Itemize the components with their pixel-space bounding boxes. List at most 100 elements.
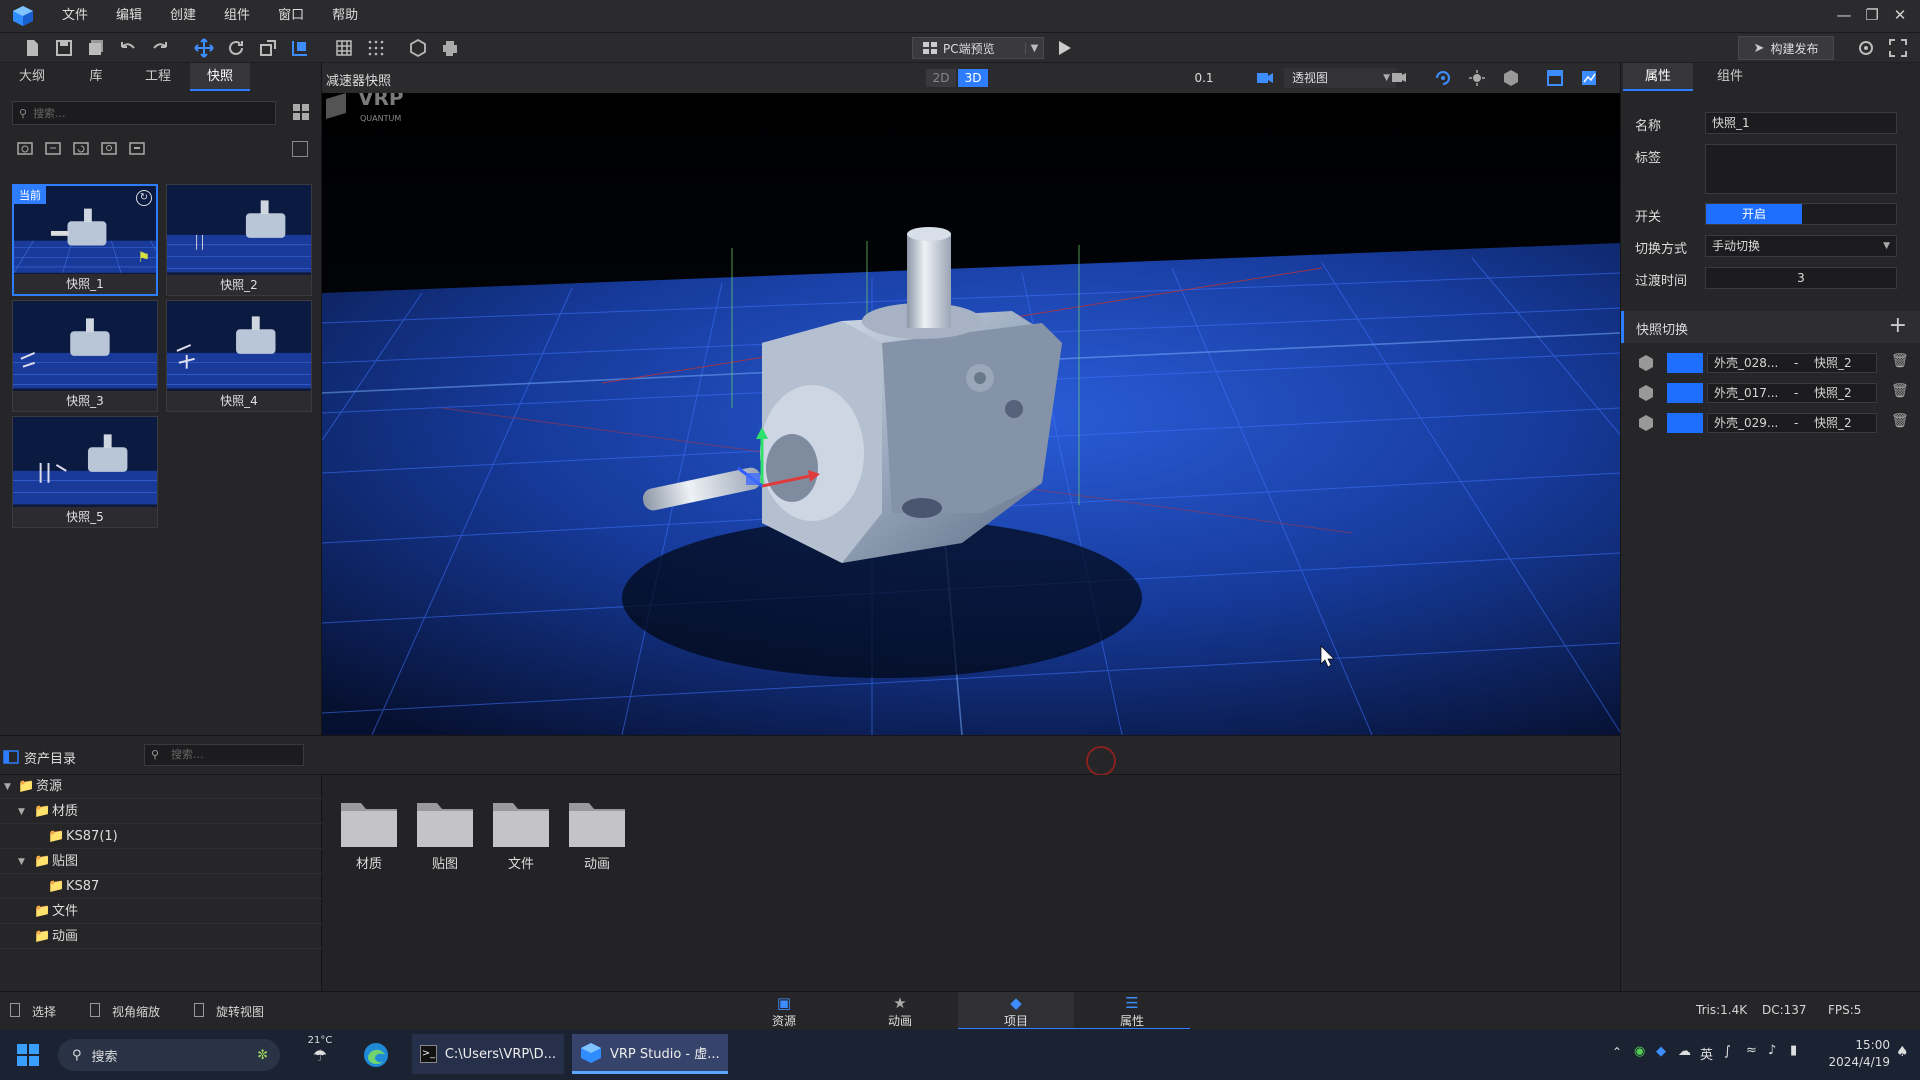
tree-row-files[interactable]: 📁 文件 bbox=[0, 900, 322, 924]
snap-icon[interactable] bbox=[290, 38, 310, 58]
taskbar-app-terminal[interactable]: >_ C:\Users\VRP\D... bbox=[412, 1034, 564, 1074]
mode-2d-button[interactable]: 2D bbox=[926, 69, 956, 87]
plugin-icon[interactable] bbox=[440, 38, 460, 58]
snapshot-thumb-3[interactable]: 快照_3 bbox=[12, 300, 158, 412]
select-all-checkbox[interactable] bbox=[292, 141, 308, 157]
hexagon-icon[interactable] bbox=[408, 38, 428, 58]
move-icon[interactable] bbox=[194, 38, 214, 58]
add-snapshot-icon[interactable] bbox=[16, 139, 34, 157]
wechat-icon[interactable]: ◉ bbox=[1634, 1044, 1645, 1059]
snapshot-thumb-2[interactable]: 快照_2 bbox=[166, 184, 312, 296]
taskbar-clock[interactable]: 15:00 2024/4/19 bbox=[1824, 1037, 1890, 1071]
chevron-down-icon[interactable]: ▼ bbox=[18, 800, 25, 824]
asset-search-input[interactable]: ⚲ 搜索... bbox=[144, 744, 304, 766]
view-mode-select[interactable]: 透视图 ▼ bbox=[1284, 68, 1396, 88]
notification-bell-icon[interactable]: ♠ bbox=[1896, 1044, 1909, 1060]
camera-settings-icon[interactable] bbox=[1390, 69, 1408, 87]
menu-window[interactable]: 窗口 bbox=[264, 0, 318, 32]
folder-animations[interactable]: 动画 bbox=[562, 795, 632, 872]
camera-speed-value[interactable]: 0.1 bbox=[1184, 69, 1224, 87]
tree-row-resources[interactable]: ▼ 📁 资源 bbox=[0, 775, 322, 799]
tree-row-ks87-1[interactable]: 📁 KS87(1) bbox=[0, 825, 322, 849]
redo-icon[interactable] bbox=[150, 38, 170, 58]
tag-field[interactable] bbox=[1705, 144, 1897, 194]
preview-mode-select[interactable]: PC端预览 ▼ bbox=[912, 37, 1044, 59]
folder-files[interactable]: 文件 bbox=[486, 795, 556, 872]
tool-select[interactable]: 选择 bbox=[32, 1003, 56, 1020]
tab-project[interactable]: 工程 bbox=[128, 63, 188, 91]
trash-icon[interactable]: 🗑 bbox=[1891, 413, 1909, 429]
switch-toggle[interactable]: 开启 bbox=[1705, 203, 1897, 225]
select-tool-icon[interactable] bbox=[10, 1003, 20, 1017]
windows-start-icon[interactable] bbox=[16, 1043, 40, 1067]
gear-icon[interactable] bbox=[1856, 38, 1876, 58]
tab-properties[interactable]: 属性 bbox=[1623, 63, 1693, 91]
switch-mode-select[interactable]: 手动切换 ▼ bbox=[1705, 235, 1897, 257]
vrp-tray-icon[interactable]: ◆ bbox=[1656, 1044, 1666, 1059]
bottom-tab-properties[interactable]: ☰ 属性 bbox=[1074, 992, 1190, 1030]
snapshot-search-input[interactable]: ⚲ 搜索... bbox=[12, 101, 276, 125]
publish-button[interactable]: ➤ 构建发布 bbox=[1738, 36, 1834, 60]
3d-viewport[interactable]: VRP QUANTUM bbox=[322, 93, 1620, 735]
chevron-down-icon[interactable]: ▼ bbox=[18, 850, 25, 874]
search-snapshot-icon[interactable] bbox=[100, 139, 118, 157]
refresh-icon[interactable]: ↻ bbox=[136, 190, 152, 206]
save-all-icon[interactable] bbox=[86, 38, 106, 58]
layout-icon[interactable] bbox=[1546, 69, 1564, 87]
bottom-tab-project[interactable]: ◆ 项目 bbox=[958, 992, 1074, 1030]
switch-entry-field[interactable]: 外壳_029... - 快照_2 bbox=[1707, 413, 1877, 433]
grid-view-icon[interactable] bbox=[292, 103, 310, 121]
tree-row-animations[interactable]: 📁 动画 bbox=[0, 925, 322, 949]
play-icon[interactable] bbox=[1054, 38, 1074, 58]
fullscreen-icon[interactable] bbox=[1888, 38, 1908, 58]
rotate-icon[interactable] bbox=[226, 38, 246, 58]
chevron-down-icon[interactable]: ▼ bbox=[4, 775, 11, 799]
minimize-icon[interactable]: — bbox=[1830, 0, 1858, 32]
color-swatch[interactable] bbox=[1667, 413, 1703, 433]
trash-icon[interactable]: 🗑 bbox=[1891, 353, 1909, 369]
name-field[interactable]: 快照_1 bbox=[1705, 112, 1897, 134]
add-icon[interactable]: + bbox=[1889, 313, 1907, 338]
switch-entry-field[interactable]: 外壳_017... - 快照_2 bbox=[1707, 383, 1877, 403]
cube-icon[interactable] bbox=[1502, 69, 1520, 87]
delete-snapshot-icon[interactable] bbox=[128, 139, 146, 157]
restore-icon[interactable]: ❐ bbox=[1858, 0, 1886, 32]
tree-row-ks87[interactable]: 📁 KS87 bbox=[0, 875, 322, 899]
menu-edit[interactable]: 编辑 bbox=[102, 0, 156, 32]
rotate-tool-icon[interactable] bbox=[194, 1003, 204, 1017]
ime-indicator[interactable]: 英 bbox=[1700, 1044, 1713, 1063]
folder-materials[interactable]: 材质 bbox=[334, 795, 404, 872]
dot-grid-icon[interactable] bbox=[366, 38, 386, 58]
bluetooth-icon[interactable]: ∫ bbox=[1724, 1044, 1731, 1059]
refresh-snapshot-icon[interactable] bbox=[72, 139, 90, 157]
trash-icon[interactable]: 🗑 bbox=[1891, 383, 1909, 399]
snapshot-thumb-5[interactable]: 快照_5 bbox=[12, 416, 158, 528]
tool-zoom-view[interactable]: 视角缩放 bbox=[112, 1003, 160, 1020]
bottom-tab-animation[interactable]: ★ 动画 bbox=[842, 992, 958, 1030]
grid-icon[interactable] bbox=[334, 38, 354, 58]
taskbar-search[interactable]: ⚲ 搜索 ✼ bbox=[58, 1039, 280, 1071]
save-icon[interactable] bbox=[54, 38, 74, 58]
tool-rotate-view[interactable]: 旋转视图 bbox=[216, 1003, 264, 1020]
tab-components[interactable]: 组件 bbox=[1695, 63, 1765, 91]
stats-icon[interactable] bbox=[1580, 69, 1598, 87]
taskbar-app-vrp[interactable]: VRP Studio - 虚... bbox=[572, 1034, 728, 1074]
update-snapshot-icon[interactable] bbox=[44, 139, 62, 157]
wifi-icon[interactable]: ≈ bbox=[1746, 1043, 1757, 1058]
menu-component[interactable]: 组件 bbox=[210, 0, 264, 32]
tree-row-textures[interactable]: ▼ 📁 贴图 bbox=[0, 850, 322, 874]
tab-outline[interactable]: 大纲 bbox=[2, 63, 62, 91]
tree-row-materials[interactable]: ▼ 📁 材质 bbox=[0, 800, 322, 824]
tab-snapshot[interactable]: 快照 bbox=[190, 63, 250, 91]
camera-icon[interactable] bbox=[1256, 70, 1274, 86]
transition-time-field[interactable]: 3 bbox=[1705, 267, 1897, 289]
menu-create[interactable]: 创建 bbox=[156, 0, 210, 32]
snapshot-thumb-1[interactable]: 当前 ↻ ⚑ 快照_1 bbox=[12, 184, 158, 296]
battery-icon[interactable]: ▮ bbox=[1790, 1043, 1797, 1058]
chevron-up-icon[interactable]: ⌃ bbox=[1612, 1045, 1622, 1059]
folder-textures[interactable]: 贴图 bbox=[410, 795, 480, 872]
light-icon[interactable] bbox=[1468, 69, 1486, 87]
cloud-icon[interactable]: ☁ bbox=[1678, 1044, 1691, 1059]
zoom-tool-icon[interactable] bbox=[90, 1003, 100, 1017]
menu-file[interactable]: 文件 bbox=[48, 0, 102, 32]
